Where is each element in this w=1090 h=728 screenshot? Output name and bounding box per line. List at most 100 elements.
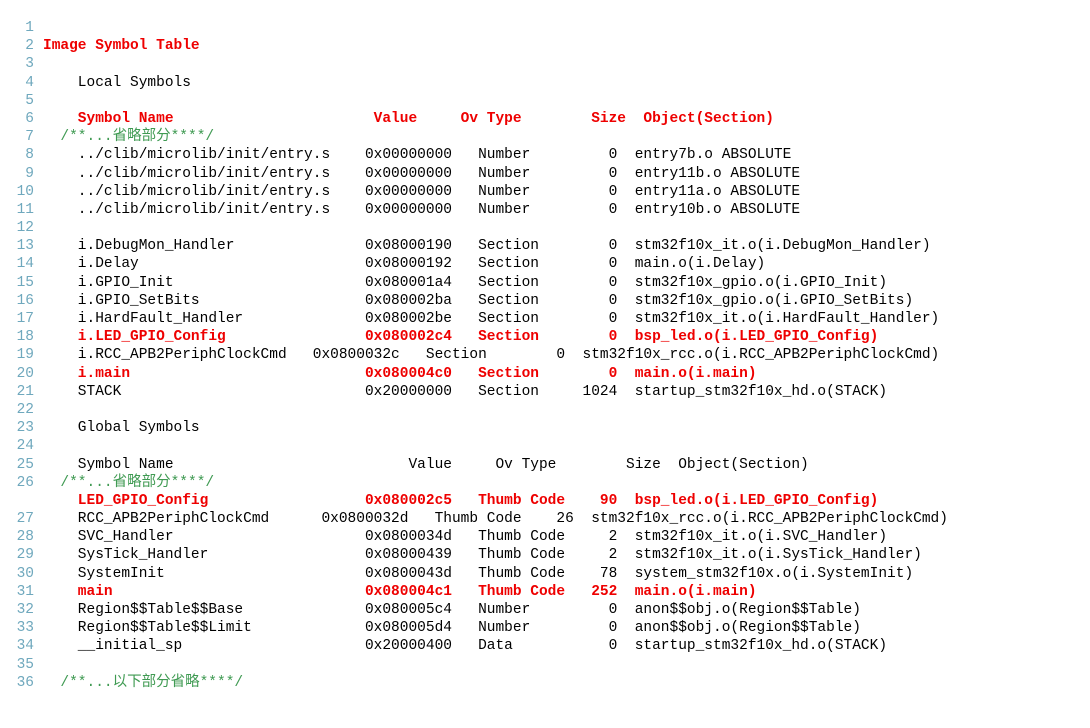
line-number: 16 [16,292,34,309]
line-number: 22 [16,401,34,418]
code-line[interactable]: 10 ../clib/microlib/init/entry.s 0x00000… [0,183,1090,201]
line-number: 18 [16,329,34,346]
code-line[interactable]: 16 i.GPIO_SetBits 0x080002ba Section 0 s… [0,292,1090,310]
line-text: __initial_sp 0x20000400 Data 0 startup_s… [43,638,888,655]
code-line[interactable]: LED_GPIO_Config 0x080002c5 Thumb Code 90… [0,492,1090,510]
line-number: 15 [16,274,34,291]
line-number: 11 [16,201,34,218]
line-text: SystemInit 0x0800043d Thumb Code 78 syst… [43,565,914,582]
line-number: 26 [16,474,34,491]
line-number: 5 [25,92,34,109]
line-text: ../clib/microlib/init/entry.s 0x00000000… [43,147,792,164]
code-line[interactable]: 27 RCC_APB2PeriphClockCmd 0x0800032d Thu… [0,510,1090,528]
line-text: i.GPIO_SetBits 0x080002ba Section 0 stm3… [43,292,914,309]
line-number: 7 [25,129,34,146]
code-line[interactable]: 25 Symbol Name Value Ov Type Size Object… [0,456,1090,474]
code-line[interactable]: 29 SysTick_Handler 0x08000439 Thumb Code… [0,546,1090,564]
code-line[interactable]: 18 i.LED_GPIO_Config 0x080002c4 Section … [0,328,1090,346]
line-number: 33 [16,620,34,637]
line-number: 34 [16,638,34,655]
line-number: 25 [16,456,34,473]
code-line[interactable]: 22 [0,401,1090,419]
line-text: i.main 0x080004c0 Section 0 main.o(i.mai… [43,365,757,382]
code-line[interactable]: 14 i.Delay 0x08000192 Section 0 main.o(i… [0,255,1090,273]
line-number: 13 [16,238,34,255]
line-text: i.HardFault_Handler 0x080002be Section 0… [43,311,940,327]
line-number: 19 [16,347,34,364]
line-number: 20 [16,365,34,382]
code-line[interactable]: 23 Global Symbols [0,419,1090,437]
code-line[interactable]: 11 ../clib/microlib/init/entry.s 0x00000… [0,201,1090,219]
code-line[interactable]: 3 [0,55,1090,73]
line-text: RCC_APB2PeriphClockCmd 0x0800032d Thumb … [43,511,948,528]
code-line[interactable]: 7 /**...省略部分****/ [0,128,1090,146]
line-text: Image Symbol Table [43,38,200,55]
code-line[interactable]: 19 i.RCC_APB2PeriphClockCmd 0x0800032c S… [0,346,1090,364]
code-line[interactable]: 4 Local Symbols [0,74,1090,92]
top-spacer [0,0,1090,19]
code-line[interactable]: 28 SVC_Handler 0x0800034d Thumb Code 2 s… [0,528,1090,546]
line-text: i.RCC_APB2PeriphClockCmd 0x0800032c Sect… [43,347,940,364]
line-text: main 0x080004c1 Thumb Code 252 main.o(i.… [43,583,757,600]
line-number: 3 [25,56,34,73]
line-text: Region$$Table$$Limit 0x080005d4 Number 0… [43,620,861,637]
line-number: 36 [16,674,34,691]
code-line[interactable]: 1 [0,19,1090,37]
line-number: 4 [25,74,34,91]
code-line[interactable]: 34 __initial_sp 0x20000400 Data 0 startu… [0,637,1090,655]
line-text: i.DebugMon_Handler 0x08000190 Section 0 … [43,238,931,255]
line-number: 28 [16,529,34,546]
code-line[interactable]: 15 i.GPIO_Init 0x080001a4 Section 0 stm3… [0,274,1090,292]
line-number: 10 [16,183,34,200]
code-line[interactable]: 6 Symbol Name Value Ov Type Size Object(… [0,110,1090,128]
code-line[interactable]: 26 /**...省略部分****/ [0,474,1090,492]
line-number: 21 [16,383,34,400]
code-line[interactable]: 5 [0,92,1090,110]
line-number: 35 [16,656,34,673]
code-line[interactable]: 2 Image Symbol Table [0,37,1090,55]
line-number: 12 [16,220,34,237]
line-text: Region$$Table$$Base 0x080005c4 Number 0 … [43,602,861,618]
code-line[interactable]: 12 [0,219,1090,237]
line-text: SVC_Handler 0x0800034d Thumb Code 2 stm3… [43,529,888,546]
code-line[interactable]: 24 [0,437,1090,455]
code-line[interactable]: 9 ../clib/microlib/init/entry.s 0x000000… [0,165,1090,183]
code-line[interactable]: 36 /**...以下部分省略****/ [0,674,1090,692]
code-line[interactable]: 35 [0,656,1090,674]
line-text: SysTick_Handler 0x08000439 Thumb Code 2 … [43,547,922,564]
line-text: Global Symbols [43,420,200,437]
code-line[interactable]: 33 Region$$Table$$Limit 0x080005d4 Numbe… [0,619,1090,637]
line-text: LED_GPIO_Config 0x080002c5 Thumb Code 90… [43,492,879,509]
line-number: 30 [16,565,34,582]
line-text: Symbol Name Value Ov Type Size Object(Se… [43,110,774,127]
code-line[interactable]: 20 i.main 0x080004c0 Section 0 main.o(i.… [0,365,1090,383]
code-line[interactable]: 21 STACK 0x20000000 Section 1024 startup… [0,383,1090,401]
line-text: i.Delay 0x08000192 Section 0 main.o(i.De… [43,256,766,273]
line-number: 17 [16,311,34,327]
line-number: 24 [16,438,34,455]
code-lines-container: 1 2 Image Symbol Table 3 4 Local Symbols 5 6 S… [0,19,1090,692]
code-line[interactable]: 17 i.HardFault_Handler 0x080002be Sectio… [0,310,1090,328]
line-text: ../clib/microlib/init/entry.s 0x00000000… [43,201,801,218]
line-text: STACK 0x20000000 Section 1024 startup_st… [43,383,888,400]
line-number: 29 [16,547,34,564]
code-line[interactable]: 32 Region$$Table$$Base 0x080005c4 Number… [0,601,1090,619]
line-number: 31 [16,583,34,600]
line-number: 32 [16,602,34,618]
line-text: ../clib/microlib/init/entry.s 0x00000000… [43,183,801,200]
code-line[interactable]: 13 i.DebugMon_Handler 0x08000190 Section… [0,237,1090,255]
line-text: i.GPIO_Init 0x080001a4 Section 0 stm32f1… [43,274,888,291]
line-number: 14 [16,256,34,273]
code-line[interactable]: 31 main 0x080004c1 Thumb Code 252 main.o… [0,583,1090,601]
line-number: 23 [16,420,34,437]
line-text: ../clib/microlib/init/entry.s 0x00000000… [43,165,801,182]
code-block-viewer[interactable]: 1 2 Image Symbol Table 3 4 Local Symbols 5 6 S… [0,0,1090,728]
line-text: Symbol Name Value Ov Type Size Object(Se… [43,456,809,473]
line-number: 27 [16,511,34,528]
line-number: 9 [25,165,34,182]
code-line[interactable]: 30 SystemInit 0x0800043d Thumb Code 78 s… [0,565,1090,583]
code-line[interactable]: 8 ../clib/microlib/init/entry.s 0x000000… [0,146,1090,164]
line-text: /**...省略部分****/ [43,129,215,146]
line-text: i.LED_GPIO_Config 0x080002c4 Section 0 b… [43,329,879,346]
line-number: 6 [25,110,34,127]
